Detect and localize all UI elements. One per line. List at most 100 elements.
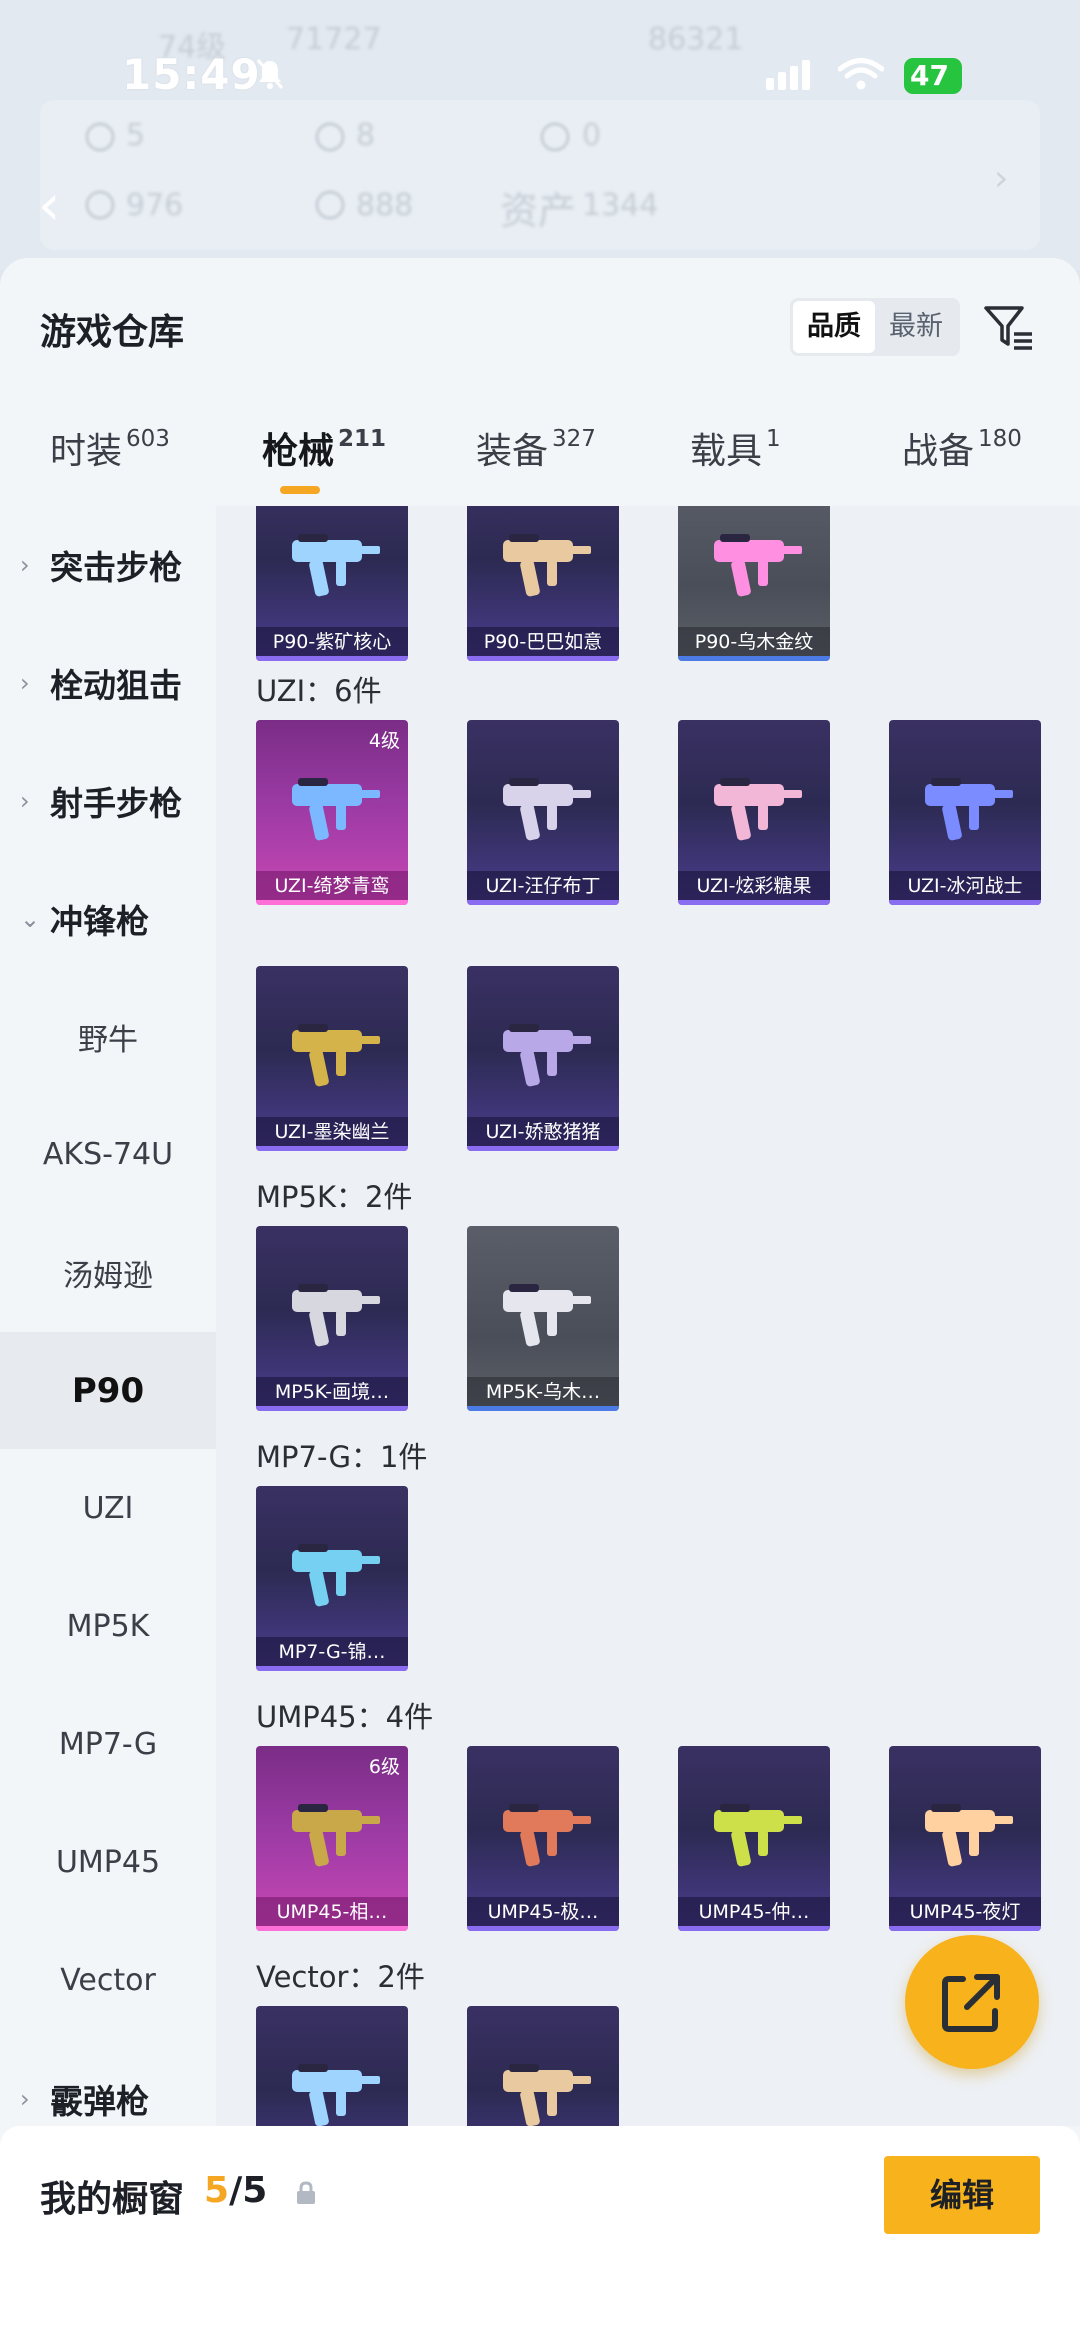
skin-card[interactable]: P90-紫矿核心 [256,506,408,661]
sidebar-item-marksman-rifle[interactable]: › 射手步枪 [0,742,216,859]
gun-skin-image [278,1256,388,1366]
skin-card[interactable]: P90-巴巴如意 [467,506,619,661]
sidebar-item-shotgun[interactable]: › 霰弹枪 [0,2040,216,2126]
sidebar-item-bizon[interactable]: 野牛 [0,978,216,1095]
skin-card[interactable]: MP5K-乌木… [467,1226,619,1411]
gun-skin-image [489,2036,599,2126]
skin-name: UMP45-极… [467,1897,619,1927]
skin-card[interactable]: 6级 UMP45-相… [256,1746,408,1931]
gun-skin-image [700,1776,810,1886]
rarity-bar [256,1926,408,1931]
skin-card[interactable]: UZI-汪仔布丁 [467,720,619,905]
skin-card[interactable]: UMP45-仲… [678,1746,830,1931]
share-button[interactable] [905,1935,1039,2069]
skin-card[interactable] [256,2006,408,2126]
bg-stat-text: 0 [582,118,602,153]
rarity-bar [256,1146,408,1151]
sidebar-item-assault-rifle[interactable]: › 突击步枪 [0,506,216,623]
skin-name: MP7-G-锦… [256,1637,408,1667]
bg-stat-icon [315,190,345,220]
sidebar-item-uzi[interactable]: UZI [0,1450,216,1567]
rarity-bar [467,1146,619,1151]
showcase-count: 5/5 [204,2170,267,2211]
skin-name: UZI-墨染幽兰 [256,1117,408,1147]
sidebar-item-p90[interactable]: P90 [0,1332,216,1449]
bg-stat-icon [540,122,570,152]
tab-firearms[interactable]: 枪械 211 [262,422,386,474]
tab-vehicles[interactable]: 载具 1 [690,422,781,474]
tab-equipment[interactable]: 装备 327 [476,422,596,474]
rarity-bar [889,1926,1041,1931]
bg-stat-icon [315,122,345,152]
tab-fashion[interactable]: 时装 603 [50,422,170,474]
gun-skin-image [489,1256,599,1366]
filter-icon[interactable] [980,300,1036,356]
rarity-bar [467,656,619,661]
chevron-down-icon: ⌄ [20,904,41,933]
skin-name: UMP45-相… [256,1897,408,1927]
back-arrow-icon[interactable]: ‹ [38,178,60,234]
sidebar-item-label: 霰弹枪 [50,2081,149,2121]
rarity-bar [256,656,408,661]
share-icon [942,1974,1000,2032]
rarity-bar [256,1666,408,1671]
gun-skin-image [489,506,599,616]
skin-card[interactable]: MP7-G-锦… [256,1486,408,1671]
edit-button[interactable]: 编辑 [884,2156,1040,2234]
sidebar-item-thompson[interactable]: 汤姆逊 [0,1214,216,1331]
skin-card[interactable]: UZI-娇憨猪猪 [467,966,619,1151]
tab-supplies[interactable]: 战备 180 [902,422,1022,474]
sidebar-item-vector[interactable]: Vector [0,1922,216,2039]
skin-name: UZI-娇憨猪猪 [467,1117,619,1147]
bg-stat-text: 5 [126,118,146,153]
skin-name: MP5K-画境… [256,1377,408,1407]
section-title-mp7g: MP7-G：1件 [256,1440,428,1474]
skin-name: UMP45-仲… [678,1897,830,1927]
skin-name: UZI-冰河战士 [889,871,1041,901]
skin-card[interactable]: UZI-冰河战士 [889,720,1041,905]
showcase-bar: 我的橱窗 5/5 编辑 [0,2126,1080,2347]
sidebar-item-smg[interactable]: ⌄ 冲锋枪 [0,860,216,977]
skin-card[interactable] [467,2006,619,2126]
sort-newest-button[interactable]: 最新 [875,301,957,353]
skin-card[interactable]: UMP45-极… [467,1746,619,1931]
skin-card[interactable]: UMP45-夜灯 [889,1746,1041,1931]
bg-stat-text: 888 [356,188,414,223]
section-title-vector: Vector：2件 [256,1960,425,1994]
rarity-bar [889,900,1041,905]
section-title-ump45: UMP45：4件 [256,1700,434,1734]
signal-icon [766,60,810,90]
gun-skin-image [278,1516,388,1626]
gun-skin-image [700,506,810,616]
sidebar-item-bolt-sniper[interactable]: › 栓动狙击 [0,624,216,741]
bg-score2-text: 86321 [648,22,744,57]
skin-card[interactable]: UZI-墨染幽兰 [256,966,408,1151]
skin-card[interactable]: 4级 UZI-绮梦青鸾 [256,720,408,905]
sidebar-item-label: 冲锋枪 [50,901,149,941]
bg-stat-text: 976 [126,188,184,223]
showcase-total: /5 [229,2170,268,2211]
skin-card[interactable]: UZI-炫彩糖果 [678,720,830,905]
rarity-bar [256,1406,408,1411]
sidebar-item-mp7g[interactable]: MP7-G [0,1686,216,1803]
page-title: 游戏仓库 [40,312,185,353]
category-tabs: 时装 603 枪械 211 装备 327 载具 1 战备 180 [0,408,1080,508]
skin-name: P90-巴巴如意 [467,627,619,657]
skin-card[interactable]: P90-乌木金纹 [678,506,830,661]
gun-skin-image [489,1776,599,1886]
sidebar-item-label: 栓动狙击 [50,665,182,705]
skin-name: UZI-炫彩糖果 [678,871,830,901]
chevron-right-icon: › [20,786,30,815]
weapon-type-sidebar: › 突击步枪 › 栓动狙击 › 射手步枪 ⌄ 冲锋枪 野牛 AKS-74U 汤姆逊 P9… [0,506,216,2126]
skin-name: UZI-绮梦青鸾 [256,871,408,901]
gun-skin-image [911,1776,1021,1886]
sort-quality-button[interactable]: 品质 [793,301,875,353]
sidebar-item-ump45[interactable]: UMP45 [0,1804,216,1921]
sidebar-item-label: 射手步枪 [50,783,182,823]
sidebar-item-mp5k[interactable]: MP5K [0,1568,216,1685]
bg-score-text: 71727 [286,22,382,57]
sidebar-item-aks74u[interactable]: AKS-74U [0,1096,216,1213]
gun-skin-image [278,2036,388,2126]
sort-toggle[interactable]: 品质 最新 [790,298,960,356]
skin-card[interactable]: MP5K-画境… [256,1226,408,1411]
